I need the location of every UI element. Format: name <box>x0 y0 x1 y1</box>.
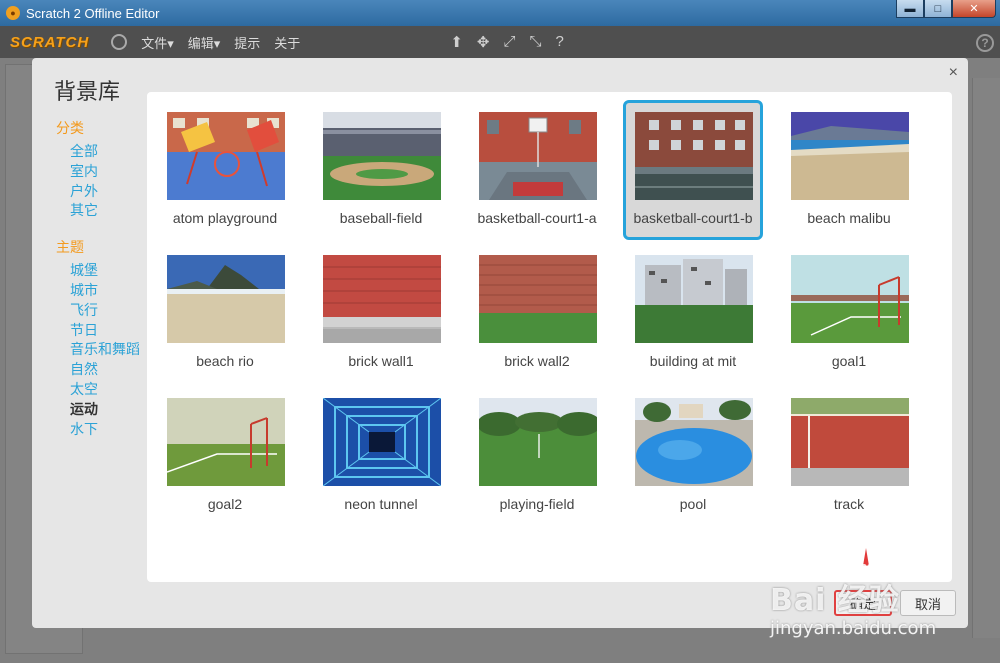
backdrop-label: basketball-court1-a <box>477 210 597 226</box>
backdrop-tile-basketball-court1-b[interactable]: basketball-court1-b <box>623 100 763 240</box>
backdrop-label: beach malibu <box>807 210 891 226</box>
goal1-thumbnail <box>791 255 909 343</box>
scratch-logo[interactable]: SCRATCH <box>10 34 89 51</box>
menu-tips[interactable]: 提示 <box>234 33 260 52</box>
menu-edit[interactable]: 编辑▾ <box>188 33 221 52</box>
atom-playground-thumbnail <box>167 112 285 200</box>
backdrop-label: basketball-court1-b <box>633 210 753 226</box>
category-all[interactable]: 全部 <box>70 142 152 162</box>
backdrop-tile-atom-playground[interactable]: atom playground <box>155 100 295 240</box>
backdrop-tile-pool[interactable]: pool <box>623 386 763 526</box>
neon-tunnel-thumbnail <box>323 398 441 486</box>
theme-sports[interactable]: 运动 <box>70 400 152 420</box>
backdrop-label: neon tunnel <box>344 496 418 512</box>
backdrop-tile-goal2[interactable]: goal2 <box>155 386 295 526</box>
backdrop-label: beach rio <box>196 353 254 369</box>
basketball-court1-b-thumbnail <box>635 112 753 200</box>
backdrop-label: track <box>833 496 865 512</box>
backdrop-tile-brick-wall2[interactable]: brick wall2 <box>467 243 607 383</box>
menu-about[interactable]: 关于 <box>274 33 300 52</box>
backdrop-label: atom playground <box>172 210 278 226</box>
baseball-field-thumbnail <box>323 112 441 200</box>
backdrop-label: goal1 <box>831 353 867 369</box>
backdrop-label: goal2 <box>207 496 243 512</box>
theme-city[interactable]: 城市 <box>70 281 152 301</box>
beach-rio-thumbnail <box>167 255 285 343</box>
backdrop-label: baseball-field <box>339 210 423 226</box>
backdrop-library-dialog: 背景库 × 分类 全部 室内 户外 其它 主题 城堡 城市 飞行 节日 音乐和舞… <box>32 58 968 628</box>
brick-wall1-thumbnail <box>323 255 441 343</box>
goal2-thumbnail <box>167 398 285 486</box>
block-help-icon[interactable]: ? <box>556 33 564 51</box>
category-heading: 分类 <box>56 120 84 136</box>
backdrop-tile-neon-tunnel[interactable]: neon tunnel <box>311 386 451 526</box>
theme-music-dance[interactable]: 音乐和舞蹈 <box>70 340 152 360</box>
playing-field-thumbnail <box>479 398 597 486</box>
backdrop-tile-playing-field[interactable]: playing-field <box>467 386 607 526</box>
dialog-title: 背景库 <box>54 79 121 104</box>
theme-castle[interactable]: 城堡 <box>70 261 152 281</box>
backdrop-tile-track[interactable]: track <box>779 386 919 526</box>
theme-flying[interactable]: 飞行 <box>70 301 152 321</box>
basketball-court1-a-thumbnail <box>479 112 597 200</box>
backdrop-tile-building-at-mit[interactable]: building at mit <box>623 243 763 383</box>
menu-file[interactable]: 文件▾ <box>141 33 174 52</box>
window-title: Scratch 2 Offline Editor <box>26 5 160 21</box>
theme-heading: 主题 <box>56 239 84 256</box>
theme-holiday[interactable]: 节日 <box>70 321 152 341</box>
theme-space[interactable]: 太空 <box>70 380 152 400</box>
cancel-button[interactable]: 取消 <box>899 590 956 616</box>
library-sidebar: 分类 全部 室内 户外 其它 主题 城堡 城市 飞行 节日 音乐和舞蹈 自然 太… <box>56 118 152 439</box>
backdrop-tile-goal1[interactable]: goal1 <box>779 243 919 383</box>
grow-icon[interactable]: ⤢ <box>503 33 515 51</box>
backdrop-tile-basketball-court1-a[interactable]: basketball-court1-a <box>467 100 607 240</box>
baidu-watermark: Bai 经验 <box>770 583 900 618</box>
backdrop-label: pool <box>679 496 707 512</box>
track-thumbnail <box>791 398 909 486</box>
backdrop-label: building at mit <box>649 353 737 369</box>
backdrop-tile-beach-rio[interactable]: beach rio <box>155 243 295 383</box>
backdrop-label: playing-field <box>499 496 575 512</box>
shrink-icon[interactable]: ⤡ <box>529 33 541 51</box>
scratch-menubar: SCRATCH 文件▾ 编辑▾ 提示 关于 ⬆ ✥ ⤢ ⤡ ? <box>0 26 1000 58</box>
minimize-button[interactable]: ▬ <box>896 0 924 18</box>
theme-underwater[interactable]: 水下 <box>70 420 152 440</box>
close-window-button[interactable]: ✕ <box>952 0 996 18</box>
scratch-cat-icon: ● <box>6 6 20 20</box>
maximize-button[interactable]: □ <box>924 0 952 18</box>
beach-malibu-thumbnail <box>791 112 909 200</box>
backdrop-grid: atom playground baseball-field basketbal… <box>147 92 952 582</box>
backdrop-tile-beach-malibu[interactable]: beach malibu <box>779 100 919 240</box>
baidu-watermark-url: jingyan.baidu.com <box>770 618 937 639</box>
brick-wall2-thumbnail <box>479 255 597 343</box>
language-globe-icon[interactable] <box>111 34 128 50</box>
window-controls: ▬ □ ✕ <box>896 0 996 18</box>
help-question-icon[interactable]: ? <box>976 34 994 52</box>
window-titlebar: ● Scratch 2 Offline Editor ▬ □ ✕ <box>0 0 1000 26</box>
category-outdoors[interactable]: 户外 <box>70 182 152 202</box>
backdrop-tile-brick-wall1[interactable]: brick wall1 <box>311 243 451 383</box>
category-other[interactable]: 其它 <box>70 201 152 221</box>
duplicate-stamp-icon[interactable]: ⬆ <box>450 33 463 51</box>
theme-nature[interactable]: 自然 <box>70 360 152 380</box>
dialog-close-icon[interactable]: × <box>949 64 958 82</box>
toolbar-icons: ⬆ ✥ ⤢ ⤡ ? <box>450 33 564 51</box>
backdrop-tile-baseball-field[interactable]: baseball-field <box>311 100 451 240</box>
backdrop-label: brick wall2 <box>504 353 570 369</box>
delete-scissors-icon[interactable]: ✥ <box>477 33 490 51</box>
backdrop-label: brick wall1 <box>348 353 414 369</box>
building-at-mit-thumbnail <box>635 255 753 343</box>
pool-thumbnail <box>635 398 753 486</box>
category-indoors[interactable]: 室内 <box>70 162 152 182</box>
